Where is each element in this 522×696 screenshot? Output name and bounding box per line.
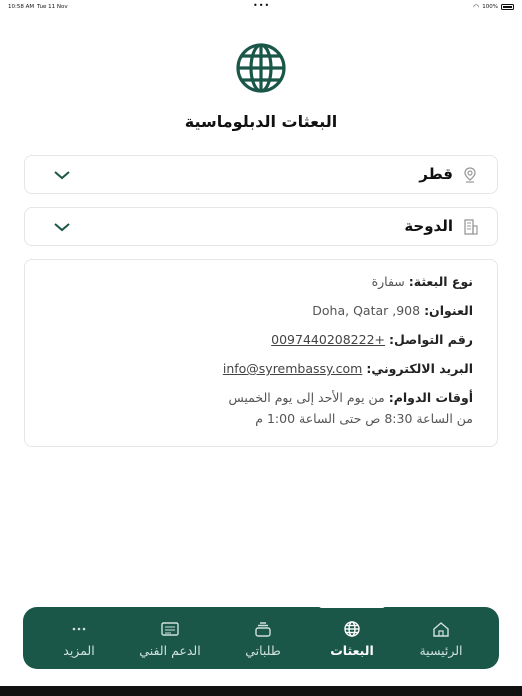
phone-label: رقم التواصل: — [389, 332, 473, 347]
tab-more[interactable]: المزيد — [39, 621, 119, 658]
tab-support[interactable]: الدعم الفني — [130, 621, 210, 658]
country-select-value: قطر — [419, 165, 453, 183]
home-icon — [433, 622, 449, 637]
email-link[interactable]: info@syrembassy.com — [223, 361, 363, 376]
status-date: Tue 11 Nov — [37, 4, 68, 10]
battery-percent: 100% — [482, 4, 498, 10]
hours-time: من الساعة 8:30 ص حتى الساعة 1:00 م — [255, 411, 473, 426]
active-tab-indicator — [318, 603, 386, 608]
mission-type-label: نوع البعثة: — [408, 274, 473, 289]
phone-row: رقم التواصل: +0097440208222 — [271, 332, 473, 347]
building-icon — [464, 219, 478, 235]
tab-support-label: الدعم الفني — [139, 643, 201, 658]
stack-icon — [255, 622, 271, 637]
address-value: Doha, Qatar ,908 — [312, 303, 421, 318]
chevron-down-icon[interactable] — [53, 221, 71, 233]
email-row: البريد الالكتروني: info@syrembassy.com — [223, 361, 473, 376]
tab-home-label: الرئيسية — [419, 643, 463, 658]
tab-more-label: المزيد — [63, 643, 95, 658]
hours-row: أوقات الدوام: من يوم الأحد إلى يوم الخمي… — [228, 390, 473, 405]
home-indicator-bar — [0, 686, 522, 696]
phone-link[interactable]: +0097440208222 — [271, 332, 385, 347]
address-label: العنوان: — [424, 303, 473, 318]
bottom-tab-bar: الرئيسية البعثات طلباتي الدعم الفني المز… — [23, 607, 499, 669]
status-time: 10:58 AM — [8, 4, 35, 10]
address-row: العنوان: Doha, Qatar ,908 — [312, 303, 473, 318]
hours-label: أوقات الدوام: — [388, 390, 473, 405]
map-pin-icon — [464, 167, 476, 183]
mission-type-value: سفارة — [371, 274, 405, 289]
multitask-dots-icon[interactable]: ••• — [253, 1, 270, 10]
tab-my-requests[interactable]: طلباتي — [223, 621, 303, 658]
tab-missions-label: البعثات — [330, 643, 374, 658]
globe-header-icon — [236, 43, 286, 93]
mission-type-row: نوع البعثة: سفارة — [372, 274, 473, 289]
status-right: ◠ 100% — [473, 3, 514, 11]
city-select[interactable]: الدوحة — [24, 207, 498, 246]
globe-icon — [344, 621, 360, 637]
page-title: البعثات الدبلوماسية — [184, 112, 338, 131]
more-icon — [72, 627, 86, 631]
country-select[interactable]: قطر — [24, 155, 498, 194]
tab-my-requests-label: طلباتي — [245, 643, 281, 658]
city-select-value: الدوحة — [404, 217, 453, 235]
tab-missions[interactable]: البعثات — [312, 621, 392, 658]
tab-home[interactable]: الرئيسية — [401, 621, 481, 658]
wifi-icon: ◠ — [473, 3, 480, 11]
hours-days: من يوم الأحد إلى يوم الخميس — [228, 390, 385, 405]
mission-info-card: نوع البعثة: سفارة العنوان: Doha, Qatar ,… — [24, 259, 498, 447]
email-label: البريد الالكتروني: — [366, 361, 473, 376]
battery-icon — [501, 4, 514, 10]
support-card-icon — [161, 622, 179, 636]
chevron-down-icon[interactable] — [53, 169, 71, 181]
status-bar: 10:58 AM Tue 11 Nov ••• ◠ 100% — [0, 0, 522, 14]
